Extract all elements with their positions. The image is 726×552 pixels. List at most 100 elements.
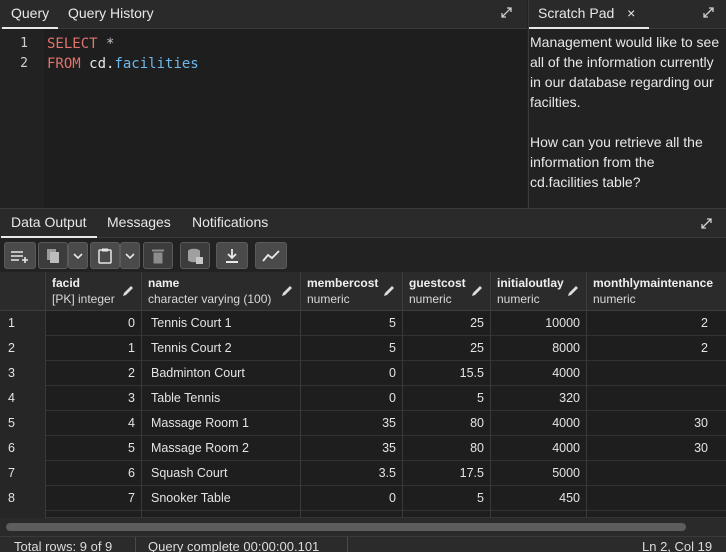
cell-membercost[interactable]: 0	[301, 486, 403, 511]
cell-monthlymaintenance[interactable]	[587, 361, 714, 386]
cell-monthlymaintenance[interactable]	[587, 461, 714, 486]
row-number[interactable]: 3	[0, 361, 46, 386]
column-header-monthlymaintenance[interactable]: monthlymaintenance numeric	[587, 272, 726, 311]
cell-membercost[interactable]: 0	[301, 386, 403, 411]
table-row[interactable]: 4 3 Table Tennis 0 5 320	[0, 386, 726, 411]
add-row-button[interactable]	[4, 242, 36, 269]
cell-facid[interactable]: 5	[46, 436, 142, 461]
row-number[interactable]: 1	[0, 311, 46, 336]
save-data-button[interactable]	[180, 242, 210, 269]
table-row[interactable]: 8 7 Snooker Table 0 5 450	[0, 486, 726, 511]
row-number[interactable]: 2	[0, 336, 46, 361]
column-header-name[interactable]: name character varying (100)	[142, 272, 301, 311]
cell-facid[interactable]: 3	[46, 386, 142, 411]
cell-monthlymaintenance[interactable]: 30	[587, 411, 714, 436]
tab-query[interactable]: Query	[2, 0, 59, 29]
cell-monthlymaintenance[interactable]	[587, 386, 714, 411]
row-number[interactable]: 8	[0, 486, 46, 511]
cell-guestcost[interactable]: 15.5	[403, 361, 491, 386]
row-number[interactable]: 4	[0, 386, 46, 411]
data-grid[interactable]: facid [PK] integer name character varyin…	[0, 272, 726, 518]
cell-facid[interactable]: 7	[46, 486, 142, 511]
close-icon[interactable]: ×	[627, 5, 635, 21]
horizontal-scrollbar[interactable]	[0, 518, 726, 536]
cell-initialoutlay[interactable]: 4000	[491, 436, 587, 461]
cell-guestcost[interactable]: 80	[403, 411, 491, 436]
paste-options-button[interactable]	[120, 242, 140, 269]
scratch-pad-text[interactable]: Management would like to see all of the …	[530, 32, 724, 192]
cell-monthlymaintenance[interactable]: 2	[587, 336, 714, 361]
cell-membercost[interactable]: 3.5	[301, 461, 403, 486]
expand-icon[interactable]	[701, 6, 715, 20]
delete-button[interactable]	[143, 242, 173, 269]
cell-facid[interactable]: 6	[46, 461, 142, 486]
cell-guestcost[interactable]: 5	[403, 386, 491, 411]
cell-facid[interactable]: 1	[46, 336, 142, 361]
code-line-2[interactable]: FROM cd.facilities	[47, 56, 199, 72]
cell-monthlymaintenance[interactable]	[587, 486, 714, 511]
cell-initialoutlay[interactable]: 4000	[491, 361, 587, 386]
cell-membercost[interactable]: 5	[301, 336, 403, 361]
cell-initialoutlay[interactable]: 8000	[491, 336, 587, 361]
cell-name[interactable]: Tennis Court 2	[142, 336, 301, 361]
pencil-icon[interactable]	[382, 284, 396, 298]
table-row[interactable]: 5 4 Massage Room 1 35 80 4000 30	[0, 411, 726, 436]
cell-guestcost[interactable]: 80	[403, 436, 491, 461]
tab-scratch-pad[interactable]: Scratch Pad ×	[529, 0, 649, 29]
cell-membercost[interactable]: 35	[301, 436, 403, 461]
cell-guestcost[interactable]: 25	[403, 336, 491, 361]
cell-membercost[interactable]: 5	[301, 311, 403, 336]
cell-facid[interactable]: 0	[46, 311, 142, 336]
cell-membercost[interactable]: 35	[301, 411, 403, 436]
table-row[interactable]: 6 5 Massage Room 2 35 80 4000 30	[0, 436, 726, 461]
cell-initialoutlay[interactable]: 5000	[491, 461, 587, 486]
row-number[interactable]: 6	[0, 436, 46, 461]
row-number[interactable]: 5	[0, 411, 46, 436]
cell-name[interactable]: Tennis Court 1	[142, 311, 301, 336]
column-header-initialoutlay[interactable]: initialoutlay numeric	[491, 272, 587, 311]
pencil-icon[interactable]	[566, 284, 580, 298]
tab-messages[interactable]: Messages	[97, 209, 181, 238]
pencil-icon[interactable]	[470, 284, 484, 298]
row-number[interactable]: 7	[0, 461, 46, 486]
column-header-facid[interactable]: facid [PK] integer	[46, 272, 142, 311]
cell-facid[interactable]: 2	[46, 361, 142, 386]
column-header-membercost[interactable]: membercost numeric	[301, 272, 403, 311]
cell-initialoutlay[interactable]: 4000	[491, 411, 587, 436]
graph-visualiser-button[interactable]	[255, 242, 287, 269]
cell-name[interactable]: Table Tennis	[142, 386, 301, 411]
scrollbar-thumb[interactable]	[6, 523, 686, 531]
paste-button[interactable]	[90, 242, 120, 269]
code-line-1[interactable]: SELECT *	[47, 36, 114, 52]
cell-name[interactable]: Badminton Court	[142, 361, 301, 386]
tab-query-history[interactable]: Query History	[59, 0, 163, 29]
column-header-guestcost[interactable]: guestcost numeric	[403, 272, 491, 311]
pencil-icon[interactable]	[121, 284, 135, 298]
cell-guestcost[interactable]: 25	[403, 311, 491, 336]
cell-monthlymaintenance[interactable]: 2	[587, 311, 714, 336]
cell-name[interactable]: Massage Room 2	[142, 436, 301, 461]
table-row[interactable]: 1 0 Tennis Court 1 5 25 10000 2	[0, 311, 726, 336]
cell-monthlymaintenance[interactable]: 30	[587, 436, 714, 461]
cell-guestcost[interactable]: 17.5	[403, 461, 491, 486]
cell-initialoutlay[interactable]: 10000	[491, 311, 587, 336]
cell-name[interactable]: Snooker Table	[142, 486, 301, 511]
cell-facid[interactable]: 4	[46, 411, 142, 436]
tab-notifications[interactable]: Notifications	[182, 209, 278, 238]
pencil-icon[interactable]	[280, 284, 294, 298]
download-button[interactable]	[216, 242, 248, 269]
cell-name[interactable]: Squash Court	[142, 461, 301, 486]
cell-membercost[interactable]: 0	[301, 361, 403, 386]
cell-initialoutlay[interactable]: 450	[491, 486, 587, 511]
expand-icon[interactable]	[499, 6, 513, 20]
copy-options-button[interactable]	[68, 242, 88, 269]
copy-button[interactable]	[38, 242, 68, 269]
table-row[interactable]: 3 2 Badminton Court 0 15.5 4000	[0, 361, 726, 386]
cell-name[interactable]: Massage Room 1	[142, 411, 301, 436]
table-row[interactable]: 2 1 Tennis Court 2 5 25 8000 2	[0, 336, 726, 361]
expand-icon[interactable]	[699, 217, 713, 231]
table-row[interactable]: 7 6 Squash Court 3.5 17.5 5000	[0, 461, 726, 486]
cell-initialoutlay[interactable]: 320	[491, 386, 587, 411]
tab-data-output[interactable]: Data Output	[1, 209, 97, 238]
cell-guestcost[interactable]: 5	[403, 486, 491, 511]
